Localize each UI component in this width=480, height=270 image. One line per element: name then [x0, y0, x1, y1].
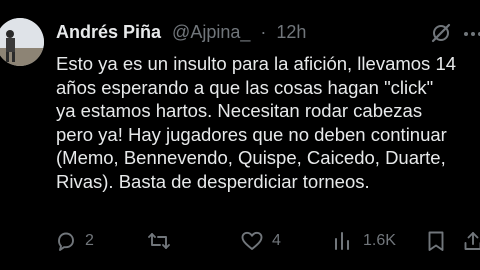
repost-button[interactable] [147, 226, 179, 256]
tweet-text-line: Esto ya es un insulto para la afición, l… [56, 53, 457, 74]
more-dot [471, 32, 475, 36]
bookmark-icon [428, 231, 444, 251]
share-button[interactable] [462, 226, 480, 256]
tweet-header: Andrés Piña @Ajpina_ · 12h [56, 19, 306, 45]
action-bar: 2 4 1.6K [0, 226, 480, 256]
author-handle[interactable]: @Ajpina_ [172, 22, 250, 42]
tweet-text: Esto ya es un insulto para la afición, l… [56, 52, 480, 194]
author-name[interactable]: Andrés Piña [56, 22, 161, 42]
views-count: 1.6K [363, 232, 396, 249]
views-icon [335, 232, 349, 250]
tweet-text-line: (Memo, Bennevendo, Quispe, Caicedo, Duar… [56, 147, 446, 169]
heart-icon [241, 231, 263, 250]
bookmark-button[interactable] [426, 226, 446, 256]
tweet: Andrés Piña @Ajpina_ · 12h Esto ya es un… [0, 0, 480, 270]
views-button[interactable]: 1.6K [333, 226, 396, 256]
tweet-text-line: Rivas). Basta de desperdiciar torneos. [56, 170, 370, 192]
repost-icon [148, 233, 170, 249]
tweet-timestamp[interactable]: 12h [276, 22, 306, 42]
reply-count: 2 [85, 232, 94, 249]
avatar[interactable] [0, 18, 44, 66]
like-count: 4 [272, 232, 281, 249]
tweet-text-line: ya estamos hartos. Necesitan rodar cabez… [56, 100, 423, 122]
reply-icon [58, 232, 74, 251]
like-button[interactable]: 4 [240, 226, 281, 256]
share-icon [464, 232, 480, 250]
separator-dot: · [260, 22, 267, 42]
reply-button[interactable]: 2 [55, 226, 94, 256]
tweet-text-line: años esperando a que las cosas hagan "cl… [56, 76, 434, 98]
more-icon[interactable] [464, 32, 480, 36]
grok-icon[interactable] [430, 22, 452, 44]
tweet-text-line: pero ya! Hay jugadores que no deben cont… [56, 123, 447, 145]
more-dot [464, 32, 468, 36]
